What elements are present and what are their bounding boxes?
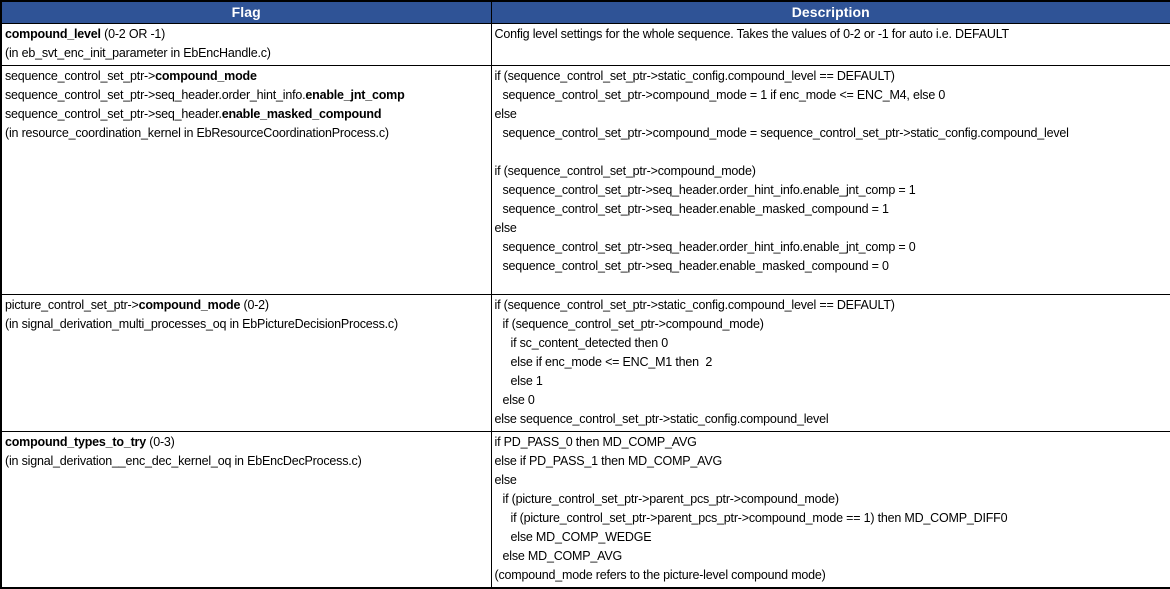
description-line: sequence_control_set_ptr->seq_header.ord… — [495, 238, 1168, 257]
flag-cell: compound_types_to_try (0-3)(in signal_de… — [1, 431, 491, 588]
flag-line: (in eb_svt_enc_init_parameter in EbEncHa… — [5, 44, 488, 63]
description-line: else MD_COMP_AVG — [495, 547, 1168, 566]
description-line: else — [495, 219, 1168, 238]
description-line: if PD_PASS_0 then MD_COMP_AVG — [495, 433, 1168, 452]
description-line: if (sequence_control_set_ptr->compound_m… — [495, 315, 1168, 334]
flag-column-header: Flag — [1, 1, 491, 23]
flag-cell: sequence_control_set_ptr->compound_modes… — [1, 65, 491, 294]
flag-line: sequence_control_set_ptr->seq_header.ena… — [5, 105, 488, 124]
flag-line: sequence_control_set_ptr->seq_header.ord… — [5, 86, 488, 105]
description-line: else — [495, 471, 1168, 490]
flag-line: sequence_control_set_ptr->compound_mode — [5, 67, 488, 86]
description-cell: if PD_PASS_0 then MD_COMP_AVGelse if PD_… — [491, 431, 1170, 588]
table-row: picture_control_set_ptr->compound_mode (… — [1, 294, 1170, 431]
header-row: Flag Description — [1, 1, 1170, 23]
description-line: sequence_control_set_ptr->seq_header.ord… — [495, 181, 1168, 200]
table-body: compound_level (0-2 OR -1)(in eb_svt_enc… — [1, 23, 1170, 588]
description-line: else sequence_control_set_ptr->static_co… — [495, 410, 1168, 429]
description-column-header: Description — [491, 1, 1170, 23]
description-line: sequence_control_set_ptr->compound_mode … — [495, 124, 1168, 143]
flag-table: Flag Description compound_level (0-2 OR … — [0, 0, 1170, 589]
description-line: else if PD_PASS_1 then MD_COMP_AVG — [495, 452, 1168, 471]
description-line: if (sequence_control_set_ptr->static_con… — [495, 296, 1168, 315]
description-line — [495, 143, 1168, 162]
table-row: compound_types_to_try (0-3)(in signal_de… — [1, 431, 1170, 588]
description-line: sequence_control_set_ptr->seq_header.ena… — [495, 257, 1168, 276]
flag-cell: compound_level (0-2 OR -1)(in eb_svt_enc… — [1, 23, 491, 65]
flag-line: (in resource_coordination_kernel in EbRe… — [5, 124, 488, 143]
flag-line: compound_level (0-2 OR -1) — [5, 25, 488, 44]
flag-line: (in signal_derivation__enc_dec_kernel_oq… — [5, 452, 488, 471]
description-line: else 1 — [495, 372, 1168, 391]
description-cell: if (sequence_control_set_ptr->static_con… — [491, 294, 1170, 431]
table-row: sequence_control_set_ptr->compound_modes… — [1, 65, 1170, 294]
description-line: if (picture_control_set_ptr->parent_pcs_… — [495, 490, 1168, 509]
description-line: sequence_control_set_ptr->compound_mode … — [495, 86, 1168, 105]
description-line: Config level settings for the whole sequ… — [495, 25, 1168, 44]
flag-line: (in signal_derivation_multi_processes_oq… — [5, 315, 488, 334]
description-line: if (picture_control_set_ptr->parent_pcs_… — [495, 509, 1168, 528]
table-row: compound_level (0-2 OR -1)(in eb_svt_enc… — [1, 23, 1170, 65]
description-line: if (sequence_control_set_ptr->static_con… — [495, 67, 1168, 86]
description-line: (compound_mode refers to the picture-lev… — [495, 566, 1168, 585]
description-line: else — [495, 105, 1168, 124]
flag-line: compound_types_to_try (0-3) — [5, 433, 488, 452]
flag-cell: picture_control_set_ptr->compound_mode (… — [1, 294, 491, 431]
description-line: if sc_content_detected then 0 — [495, 334, 1168, 353]
description-line: else if enc_mode <= ENC_M1 then 2 — [495, 353, 1168, 372]
description-line: if (sequence_control_set_ptr->compound_m… — [495, 162, 1168, 181]
description-cell: Config level settings for the whole sequ… — [491, 23, 1170, 65]
description-cell: if (sequence_control_set_ptr->static_con… — [491, 65, 1170, 294]
description-line: else 0 — [495, 391, 1168, 410]
description-line: else MD_COMP_WEDGE — [495, 528, 1168, 547]
flag-line: picture_control_set_ptr->compound_mode (… — [5, 296, 488, 315]
description-line: sequence_control_set_ptr->seq_header.ena… — [495, 200, 1168, 219]
